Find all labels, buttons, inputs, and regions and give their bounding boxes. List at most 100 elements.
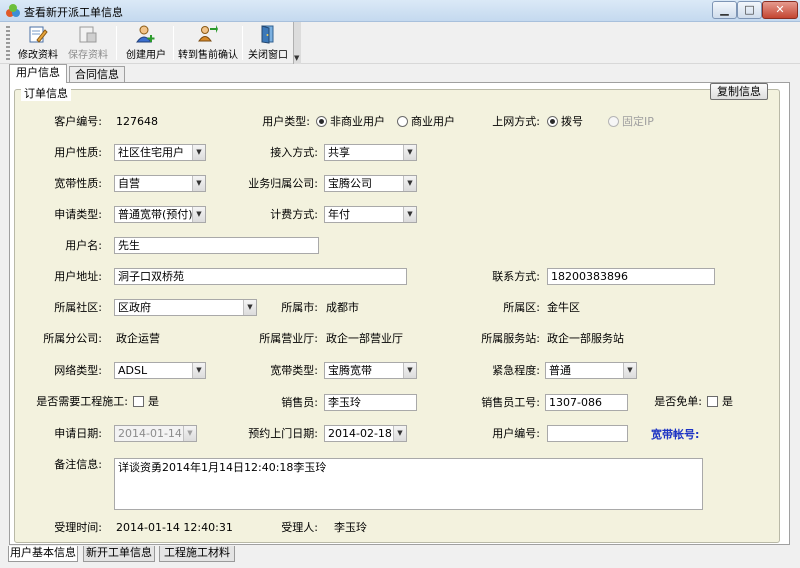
network-type-value: ADSL bbox=[118, 364, 148, 377]
billing-method-value: 年付 bbox=[328, 208, 350, 221]
access-fixed-ip-radio[interactable] bbox=[608, 116, 619, 127]
toolbar-separator bbox=[116, 26, 117, 60]
copy-info-button[interactable]: 复制信息 bbox=[710, 83, 768, 100]
user-type-label: 用户类型: bbox=[262, 115, 310, 128]
close-window-toolbar-button[interactable]: 关闭窗口 bbox=[245, 24, 291, 62]
customer-no-value: 127648 bbox=[116, 115, 158, 128]
urgency-value: 普通 bbox=[549, 364, 571, 377]
chevron-down-icon: ▼ bbox=[403, 207, 416, 222]
window-title: 查看新开派工单信息 bbox=[24, 6, 123, 19]
memo-textarea[interactable]: 详谈资勇2014年1月14日12:40:18李玉玲 bbox=[114, 458, 703, 510]
user-nature-value: 社区住宅用户 bbox=[118, 146, 184, 159]
broadband-type-label: 宽带类型: bbox=[270, 364, 318, 377]
chevron-down-icon: ▼ bbox=[294, 54, 300, 62]
add-user-icon bbox=[136, 25, 155, 43]
edit-info-button[interactable]: 修改资料 bbox=[14, 24, 62, 62]
apply-type-select[interactable]: 普通宽带(预付) ▼ bbox=[114, 206, 206, 223]
business-company-label: 业务归属公司: bbox=[248, 177, 318, 190]
tab-user-info[interactable]: 用户信息 bbox=[9, 64, 67, 83]
toolbar-overflow-button[interactable]: ▼ bbox=[293, 22, 301, 64]
acceptor-label: 受理人: bbox=[281, 521, 318, 534]
memo-label: 备注信息: bbox=[54, 458, 102, 471]
minimize-button[interactable]: ▁ bbox=[712, 1, 737, 19]
edit-document-icon bbox=[29, 26, 48, 43]
chevron-down-icon: ▼ bbox=[192, 145, 205, 160]
broadband-nature-select[interactable]: 自营 ▼ bbox=[114, 175, 206, 192]
toolbar-grip[interactable] bbox=[6, 26, 10, 60]
salesman-field[interactable]: 李玉玲 bbox=[324, 394, 417, 411]
billing-method-select[interactable]: 年付 ▼ bbox=[324, 206, 417, 223]
address-field[interactable]: 洞子口双桥苑 bbox=[114, 268, 407, 285]
access-method-label: 上网方式: bbox=[492, 115, 540, 128]
create-user-button[interactable]: 创建用户 bbox=[122, 24, 170, 62]
network-type-select[interactable]: ADSL ▼ bbox=[114, 362, 206, 379]
acceptor-value: 李玉玲 bbox=[334, 521, 367, 534]
user-nature-label: 用户性质: bbox=[54, 146, 102, 159]
maximize-button[interactable]: □ bbox=[737, 1, 762, 19]
community-select[interactable]: 区政府 ▼ bbox=[114, 299, 257, 316]
branch-label: 所属分公司: bbox=[43, 332, 102, 345]
create-user-label: 创建用户 bbox=[126, 50, 166, 61]
apply-date-picker[interactable]: 2014-01-14 ▼ bbox=[114, 425, 197, 442]
free-order-label: 是否免单: bbox=[654, 395, 702, 408]
join-method-label: 接入方式: bbox=[270, 146, 318, 159]
need-construction-label: 是否需要工程施工: bbox=[36, 395, 128, 408]
user-name-field[interactable]: 先生 bbox=[114, 237, 319, 254]
district-label: 所属区: bbox=[503, 301, 540, 314]
chevron-down-icon: ▼ bbox=[403, 363, 416, 378]
user-type-noncommercial-radio[interactable] bbox=[316, 116, 327, 127]
apply-date-label: 申请日期: bbox=[54, 427, 102, 440]
toolbar-separator bbox=[242, 26, 243, 60]
station-value: 政企一部服务站 bbox=[547, 332, 624, 345]
tab-user-basic-info[interactable]: 用户基本信息 bbox=[8, 546, 78, 562]
user-type-commercial-radio[interactable] bbox=[397, 116, 408, 127]
visit-date-label: 预约上门日期: bbox=[248, 427, 318, 440]
need-construction-checkbox[interactable] bbox=[133, 396, 144, 407]
free-order-checkbox[interactable] bbox=[707, 396, 718, 407]
chevron-down-icon: ▼ bbox=[393, 426, 406, 441]
user-nature-select[interactable]: 社区住宅用户 ▼ bbox=[114, 144, 206, 161]
tab-new-work-order-info[interactable]: 新开工单信息 bbox=[83, 546, 155, 562]
app-logo-icon bbox=[6, 4, 20, 17]
save-info-button[interactable]: 保存资料 bbox=[64, 24, 112, 62]
community-label: 所属社区: bbox=[54, 301, 102, 314]
hall-label: 所属营业厅: bbox=[259, 332, 318, 345]
save-info-label: 保存资料 bbox=[68, 50, 108, 61]
accept-time-value: 2014-01-14 12:40:31 bbox=[116, 521, 233, 534]
access-fixed-ip-label: 固定IP bbox=[622, 115, 654, 128]
broadband-account-label: 宽带帐号: bbox=[651, 428, 700, 441]
presale-confirm-button[interactable]: 转到售前确认 bbox=[177, 24, 239, 62]
join-method-select[interactable]: 共享 ▼ bbox=[324, 144, 417, 161]
broadband-type-select[interactable]: 宝腾宽带 ▼ bbox=[324, 362, 417, 379]
branch-value: 政企运营 bbox=[116, 332, 160, 345]
broadband-nature-label: 宽带性质: bbox=[54, 177, 102, 190]
transfer-users-icon bbox=[198, 25, 218, 42]
visit-date-value: 2014-02-18 bbox=[328, 427, 392, 440]
user-type-commercial-label: 商业用户 bbox=[411, 115, 455, 128]
salesman-label: 销售员: bbox=[281, 396, 318, 409]
contact-field[interactable]: 18200383896 bbox=[547, 268, 715, 285]
urgency-label: 紧急程度: bbox=[492, 364, 540, 377]
user-name-label: 用户名: bbox=[65, 239, 102, 252]
business-company-select[interactable]: 宝腾公司 ▼ bbox=[324, 175, 417, 192]
user-no-label: 用户编号: bbox=[492, 427, 540, 440]
group-title: 订单信息 bbox=[21, 85, 71, 101]
visit-date-picker[interactable]: 2014-02-18 ▼ bbox=[324, 425, 407, 442]
access-dialup-radio[interactable] bbox=[547, 116, 558, 127]
salesman-id-field[interactable]: 1307-086 bbox=[545, 394, 628, 411]
broadband-nature-value: 自营 bbox=[118, 177, 140, 190]
edit-info-label: 修改资料 bbox=[18, 50, 58, 61]
district-value: 金牛区 bbox=[547, 301, 580, 314]
apply-type-value: 普通宽带(预付) bbox=[118, 208, 193, 221]
chevron-down-icon: ▼ bbox=[623, 363, 636, 378]
urgency-select[interactable]: 普通 ▼ bbox=[545, 362, 637, 379]
tab-construction-materials[interactable]: 工程施工材料 bbox=[159, 546, 235, 562]
close-window-button[interactable]: ✕ bbox=[762, 1, 798, 19]
hall-value: 政企一部营业厅 bbox=[326, 332, 403, 345]
broadband-type-value: 宝腾宽带 bbox=[328, 364, 372, 377]
contact-label: 联系方式: bbox=[492, 270, 540, 283]
user-no-field[interactable] bbox=[547, 425, 628, 442]
tab-contract-info[interactable]: 合同信息 bbox=[69, 66, 125, 83]
chevron-down-icon: ▼ bbox=[183, 426, 196, 441]
chevron-down-icon: ▼ bbox=[192, 176, 205, 191]
